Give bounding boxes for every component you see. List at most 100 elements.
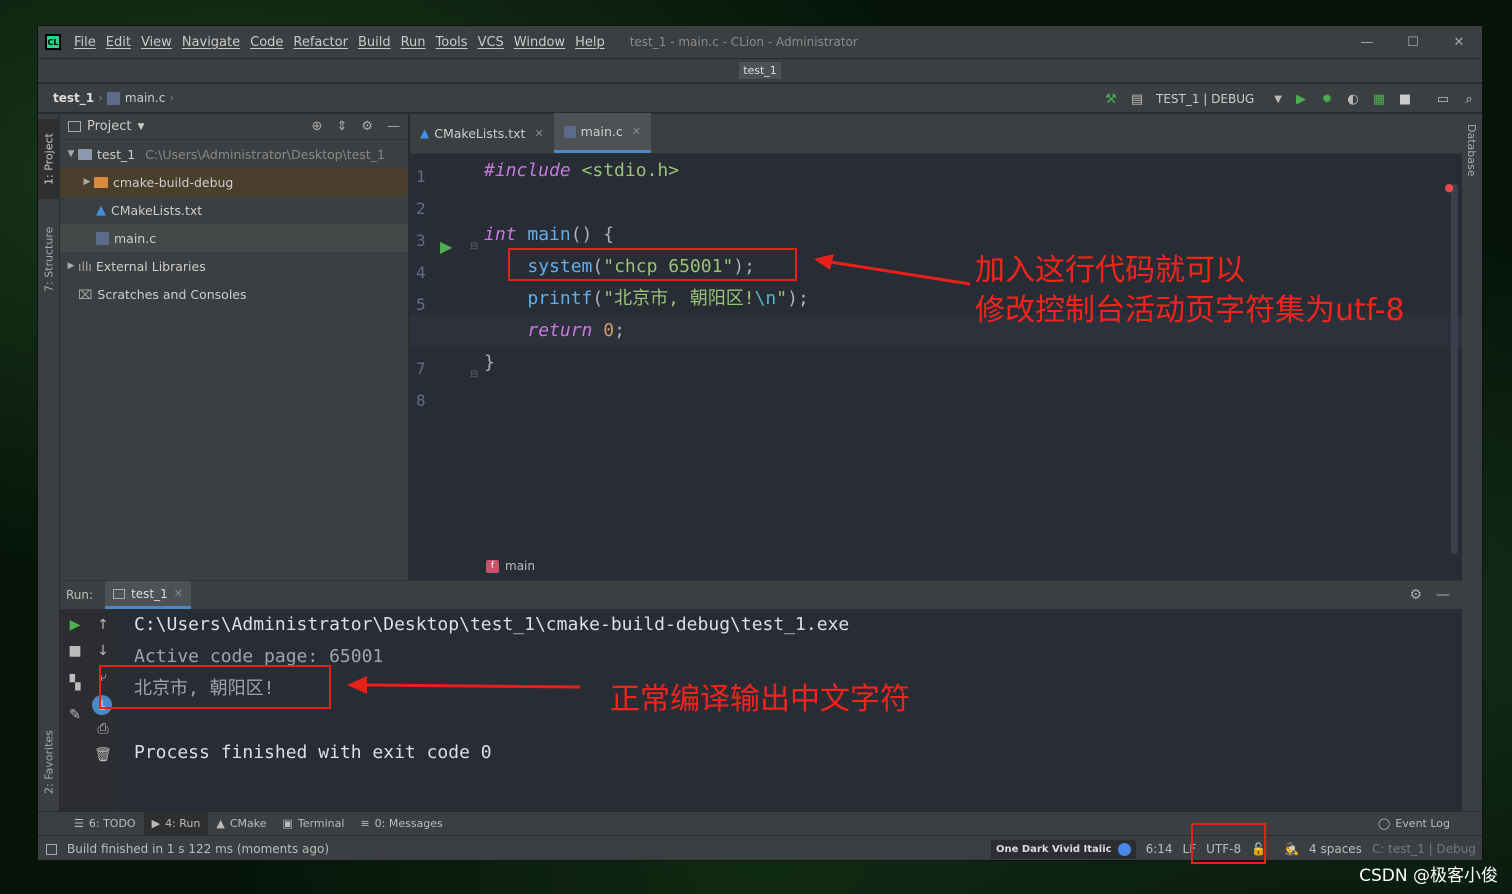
coverage-icon[interactable]: ◐: [1342, 88, 1364, 110]
event-log-button[interactable]: ◯ Event Log: [1378, 817, 1450, 830]
database-tool-tab[interactable]: Database: [1465, 124, 1478, 177]
code-token: "北京市, 朝阳区!: [603, 288, 755, 309]
menu-tools[interactable]: Tools: [431, 35, 473, 50]
run-tab-test-1[interactable]: test_1 ✕: [105, 581, 191, 609]
menu-navigate[interactable]: Navigate: [177, 35, 245, 50]
close-button[interactable]: ✕: [1436, 26, 1482, 58]
tab-main-c[interactable]: main.c ✕: [553, 113, 651, 153]
run-configuration-select[interactable]: TEST_1 | DEBUG ▼: [1150, 92, 1288, 106]
code-token: );: [787, 288, 809, 309]
gear-icon[interactable]: ⚙: [1409, 587, 1422, 603]
cmake-triangle-icon: ▲: [96, 202, 106, 218]
theme-badge[interactable]: One Dark Vivid Italic: [990, 839, 1136, 859]
menu-refactor[interactable]: Refactor: [288, 35, 353, 50]
menu-run[interactable]: Run: [396, 35, 431, 50]
tree-row-scratches[interactable]: ⌧ Scratches and Consoles: [60, 280, 408, 308]
menu-view[interactable]: View: [136, 35, 177, 50]
structure-tool-tab[interactable]: 7: Structure: [38, 214, 60, 304]
menu-help[interactable]: Help: [570, 35, 610, 50]
code-token: () {: [570, 224, 615, 245]
close-icon[interactable]: ✕: [632, 125, 641, 138]
project-tab-strip: test_1: [38, 58, 1482, 82]
hide-icon[interactable]: —: [1436, 587, 1450, 603]
code-area[interactable]: #include <stdio.h> int main() { system("…: [410, 155, 1462, 555]
tab-cmakelists[interactable]: ▲ CMakeLists.txt ✕: [410, 113, 554, 153]
minimize-button[interactable]: —: [1344, 26, 1390, 58]
close-icon[interactable]: ✕: [174, 587, 183, 600]
run-tab-label: test_1: [131, 586, 168, 601]
cmake-triangle-icon: ▲: [216, 817, 225, 830]
tree-row-project-root[interactable]: ▼ test_1 C:\Users\Administrator\Desktop\…: [60, 140, 408, 168]
maximize-button[interactable]: ☐: [1390, 26, 1436, 58]
tree-label: test_1: [97, 146, 136, 162]
up-arrow-icon[interactable]: ↑: [94, 617, 112, 633]
tab-cmake[interactable]: ▲ CMake: [208, 812, 274, 836]
line-number: 1: [416, 167, 426, 186]
search-icon[interactable]: ⌕: [1458, 88, 1480, 110]
tab-todo[interactable]: ☰ 6: TODO: [66, 812, 144, 836]
indent-setting[interactable]: 4 spaces: [1309, 842, 1362, 856]
gear-icon[interactable]: ⚙: [361, 119, 373, 134]
code-token: #include: [484, 160, 571, 181]
hide-icon[interactable]: —: [387, 119, 400, 134]
annotation-box-encoding: [1191, 823, 1266, 864]
stop-icon[interactable]: ■: [66, 643, 84, 659]
menu-file[interactable]: File: [69, 35, 101, 50]
build-hammer-icon[interactable]: ⚒: [1100, 88, 1122, 110]
run-label: Run:: [66, 588, 94, 602]
menu-edit[interactable]: Edit: [101, 35, 136, 50]
inspector-icon[interactable]: 🕵: [1284, 842, 1299, 856]
run-icon[interactable]: ▶: [1290, 88, 1312, 110]
collapse-all-icon[interactable]: ⇕: [336, 119, 347, 134]
locate-icon[interactable]: ⊕: [312, 119, 323, 134]
project-tool-tab[interactable]: 1: Project: [38, 119, 60, 199]
editor-scrollbar[interactable]: [1451, 184, 1458, 554]
debug-icon[interactable]: ✹: [1316, 88, 1338, 110]
editor-breadcrumb[interactable]: f main: [480, 553, 535, 579]
tree-label: CMakeLists.txt: [111, 202, 203, 218]
tab-label: 0: Messages: [374, 817, 443, 830]
stop-icon[interactable]: ■: [1394, 88, 1416, 110]
messages-icon: ≡: [360, 817, 370, 830]
project-view-select[interactable]: Project: [87, 119, 131, 134]
project-view-icon: [68, 121, 81, 132]
print-icon[interactable]: ⎙: [94, 721, 112, 737]
project-window-tab[interactable]: test_1: [739, 62, 781, 79]
tree-row-external-libraries[interactable]: ▶ ıllı External Libraries: [60, 252, 408, 280]
caret-position[interactable]: 6:14: [1146, 842, 1173, 856]
run-icon: ▶: [151, 817, 161, 830]
menu-vcs[interactable]: VCS: [473, 35, 509, 50]
error-indicator-icon[interactable]: ●: [1444, 181, 1454, 194]
menu-window[interactable]: Window: [509, 35, 570, 50]
tab-terminal[interactable]: ▣ Terminal: [275, 812, 353, 836]
layout-icon[interactable]: ▭: [1432, 88, 1454, 110]
resolve-context[interactable]: C: test_1 | Debug: [1372, 842, 1476, 856]
tab-label: main.c: [580, 124, 623, 139]
fold-icon[interactable]: ⊟: [470, 369, 478, 380]
tree-row-cmakelists[interactable]: ▲ CMakeLists.txt: [60, 196, 408, 224]
status-toggle-icon[interactable]: [46, 843, 57, 855]
menu-code[interactable]: Code: [245, 35, 288, 50]
run-toolbar-vertical: ▶ ↑ ■ ↓ ⤶ ▚ ⤓ ✎ ⎙ 🗑: [60, 609, 118, 812]
navigation-bar: test_1 › main.c › ⚒ ▤ TEST_1 | DEBUG ▼ ▶…: [38, 83, 1482, 113]
csdn-watermark: CSDN @极客小俊: [1359, 866, 1498, 886]
close-icon[interactable]: ✕: [534, 127, 543, 140]
menu-build[interactable]: Build: [353, 35, 396, 50]
run-gutter-icon[interactable]: ▶: [440, 237, 452, 256]
pin-icon[interactable]: ✎: [66, 707, 84, 723]
tree-row-cmake-build-debug[interactable]: ▶ cmake-build-debug: [60, 168, 408, 196]
tree-label: cmake-build-debug: [113, 174, 234, 190]
down-arrow-icon[interactable]: ↓: [94, 643, 112, 659]
tab-run[interactable]: ▶ 4: Run: [143, 811, 209, 836]
trash-icon[interactable]: 🗑: [94, 747, 112, 763]
breadcrumb-file[interactable]: main.c: [125, 91, 165, 105]
breadcrumb-project[interactable]: test_1: [53, 91, 94, 105]
layout-icon[interactable]: ▚: [66, 675, 84, 691]
rerun-icon[interactable]: ▶: [66, 617, 84, 633]
fold-icon[interactable]: ⊟: [470, 241, 478, 252]
tree-row-main-c[interactable]: main.c: [60, 224, 408, 252]
profile-icon[interactable]: ▦: [1368, 88, 1390, 110]
favorites-tool-tab[interactable]: 2: Favorites: [38, 722, 60, 802]
line-gutter: 1 2 3 4 5 6 7 8 ▶ ⊟ ⊟: [410, 155, 480, 555]
tab-messages[interactable]: ≡ 0: Messages: [352, 812, 450, 836]
